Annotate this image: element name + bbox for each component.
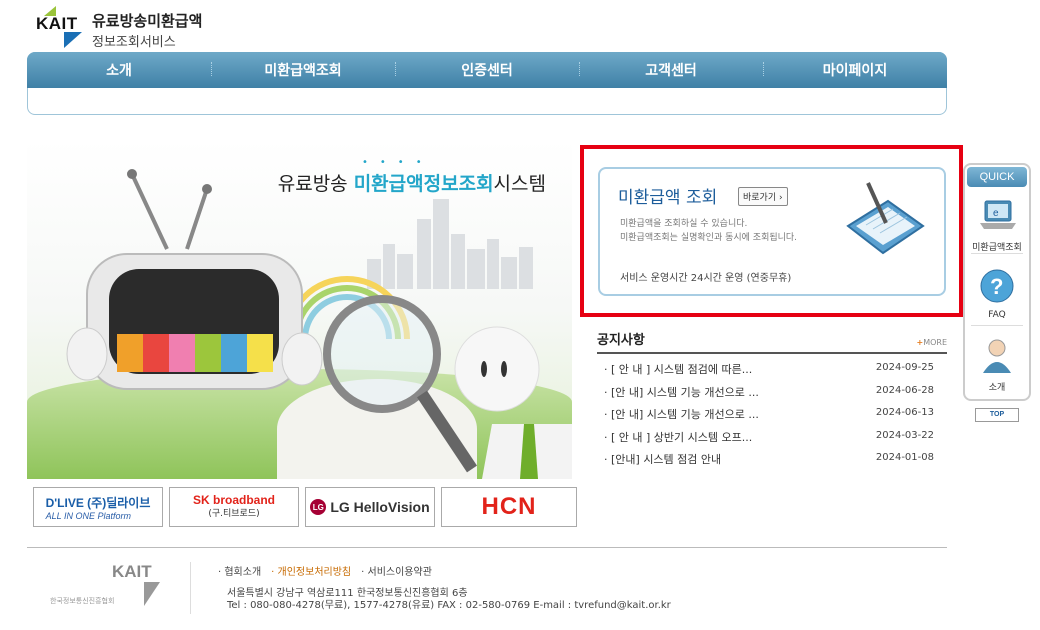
quick-menu: QUICK e 미환급액조회 ? FAQ 소개 [963,163,1031,401]
main-nav: 소개 미환급액조회 인증센터 고객센터 마이페이지 [27,52,947,88]
dlive-sub: ALL IN ONE Platform [45,510,132,521]
kait-logo-mark: KAIT [36,6,88,52]
tablet-pen-icon [846,182,925,255]
description-line1: 미환급액을 조회하실 수 있습니다. [620,219,748,229]
partner-sk-broadband[interactable]: SK broadband (구.티브로드) [169,487,299,527]
quick-divider [971,253,1023,254]
laptop-icon: e [980,200,1016,229]
sk-broadband-logo: SK broadband (구.티브로드) [192,493,275,519]
quick-divider [971,325,1023,326]
dlive-name: D'LIVE (주)딜라이브 [45,495,151,510]
notice-list: · [ 안 내 ] 시스템 점검에 따른... 2024-09-25 · [안 내… [604,361,934,474]
footer-link-about[interactable]: · 협회소개 [218,563,261,578]
notice-item[interactable]: · [안 내] 시스템 기능 개선으로 ... 2024-06-13 [604,406,934,429]
footer-swoosh-icon [144,582,160,606]
quick-item-label: 미환급액조회 [972,243,1022,253]
lg-circle-icon: LG [310,499,327,515]
notice-item[interactable]: · [ 안 내 ] 상반기 시스템 오프... 2024-03-22 [604,429,934,452]
refund-lookup-card[interactable]: 미환급액 조회 바로가기 › 미환급액을 조회하실 수 있습니다. 미환급액조회… [598,167,946,296]
notice-item[interactable]: · [안내] 시스템 점검 안내 2024-01-08 [604,451,934,474]
notice-title: 공지사항 [597,333,645,348]
logo-mark-text: KAIT [36,14,78,33]
notice-item-title: · [ 안 내 ] 시스템 점검에 따른... [604,363,753,376]
sk-sub: (구.티브로드) [208,509,260,519]
notice-item-date: 2024-03-22 [875,429,934,441]
footer-address: 서울특별시 강남구 역삼로111 한국정보통신진흥협회 6층 Tel : 080… [227,588,671,612]
footer-link-privacy[interactable]: · 개인정보처리방침 [271,563,351,578]
logo-title-line2: 정보조회서비스 [92,35,176,50]
notice-more-link[interactable]: +MORE [916,338,947,347]
nav-item-mypage[interactable]: 마이페이지 [763,60,947,80]
footer-logo: KAIT 한국정보통신진흥협회 [50,562,170,614]
nav-item-customer-center[interactable]: 고객센터 [579,60,763,80]
hero-dots: •••• [362,157,434,168]
footer-logo-mark: KAIT [112,562,152,581]
sk-name: SK broadband [192,493,275,507]
notice-more-label: MORE [923,338,947,347]
nav-item-refund-lookup[interactable]: 미환급액조회 [211,60,395,80]
tv-character-illustration [66,169,323,390]
description-line2: 미환급액조회는 실명확인과 동시에 조회됩니다. [620,233,798,243]
notice-header: 공지사항 +MORE [597,326,947,354]
hero-title-suffix: 시스템 [493,173,546,195]
notice-item-date: 2024-01-08 [875,452,934,463]
partner-lg-hellovision[interactable]: LG LG HelloVision [305,487,435,527]
svg-text:?: ? [990,274,1003,299]
partner-hcn[interactable]: HCN [441,487,577,527]
lg-name: LG HelloVision [330,499,430,515]
service-hours: 서비스 운영시간 24시간 운영 (연중무휴) [620,273,792,284]
refund-lookup-title: 미환급액 조회 [618,188,718,208]
notice-item-title: · [안 내] 시스템 기능 개선으로 ... [604,385,759,399]
quick-item-refund-lookup[interactable]: e 미환급액조회 [965,197,1029,253]
go-button[interactable]: 바로가기 › [738,187,788,206]
quick-menu-header: QUICK [967,167,1027,187]
notice-item-date: 2024-06-13 [875,407,934,418]
swoosh-icon [64,32,82,48]
notice-item-date: 2024-09-25 [875,362,934,373]
nav-item-intro[interactable]: 소개 [27,60,211,80]
refund-lookup-description: 미환급액을 조회하실 수 있습니다. 미환급액조회는 실명확인과 동시에 조회됩… [620,217,797,245]
footer-links: · 협회소개 · 개인정보처리방침 · 서비스이용약관 [218,563,432,578]
footer-contact-line: Tel : 080-080-4278(무료), 1577-4278(유료) FA… [227,600,671,611]
lg-hellovision-logo: LG LG HelloVision [310,499,430,515]
notice-item-date: 2024-06-28 [875,384,934,396]
footer-address-line: 서울특별시 강남구 역삼로111 한국정보통신진흥협회 6층 [227,588,468,599]
quick-item-intro[interactable]: 소개 [965,337,1029,393]
dlive-logo: D'LIVE (주)딜라이브 ALL IN ONE Platform [46,494,151,521]
quick-item-faq[interactable]: ? FAQ [965,267,1029,320]
quick-item-label: 소개 [988,383,1006,393]
site-logo[interactable]: KAIT 유료방송미환급액 정보조회서비스 [36,6,202,52]
footer-vertical-divider [190,562,191,614]
magnifier-character-illustration [323,295,572,479]
logo-title-line1: 유료방송미환급액 [92,12,203,30]
nav-item-auth-center[interactable]: 인증센터 [395,60,579,80]
partner-logos: D'LIVE (주)딜라이브 ALL IN ONE Platform SK bro… [33,487,577,527]
hero-banner: •••• 유료방송 미환급액정보조회시스템 [27,139,572,479]
quick-item-label: FAQ [988,310,1006,320]
notice-item[interactable]: · [안 내] 시스템 기능 개선으로 ... 2024-06-28 [604,384,934,407]
person-icon [983,339,1011,373]
svg-text:e: e [993,208,999,219]
notice-item-title: · [ 안 내 ] 상반기 시스템 오프... [604,430,753,444]
notice-item[interactable]: · [ 안 내 ] 시스템 점검에 따른... 2024-09-25 [604,361,934,384]
hcn-logo: HCN [481,493,537,520]
hero-title-highlight: 미환급액정보조회 [353,173,494,195]
main-nav-container: 소개 미환급액조회 인증센터 고객센터 마이페이지 [27,52,947,115]
footer-org-name: 한국정보통신진흥협회 [50,597,115,605]
notice-item-title: · [안내] 시스템 점검 안내 [604,453,722,466]
question-icon: ? [980,269,1014,303]
top-button[interactable]: TOP [975,408,1019,422]
notice-item-title: · [안 내] 시스템 기능 개선으로 ... [604,408,759,421]
footer-divider [27,547,947,548]
partner-dlive[interactable]: D'LIVE (주)딜라이브 ALL IN ONE Platform [33,487,163,527]
footer-link-terms[interactable]: · 서비스이용약관 [361,563,432,578]
